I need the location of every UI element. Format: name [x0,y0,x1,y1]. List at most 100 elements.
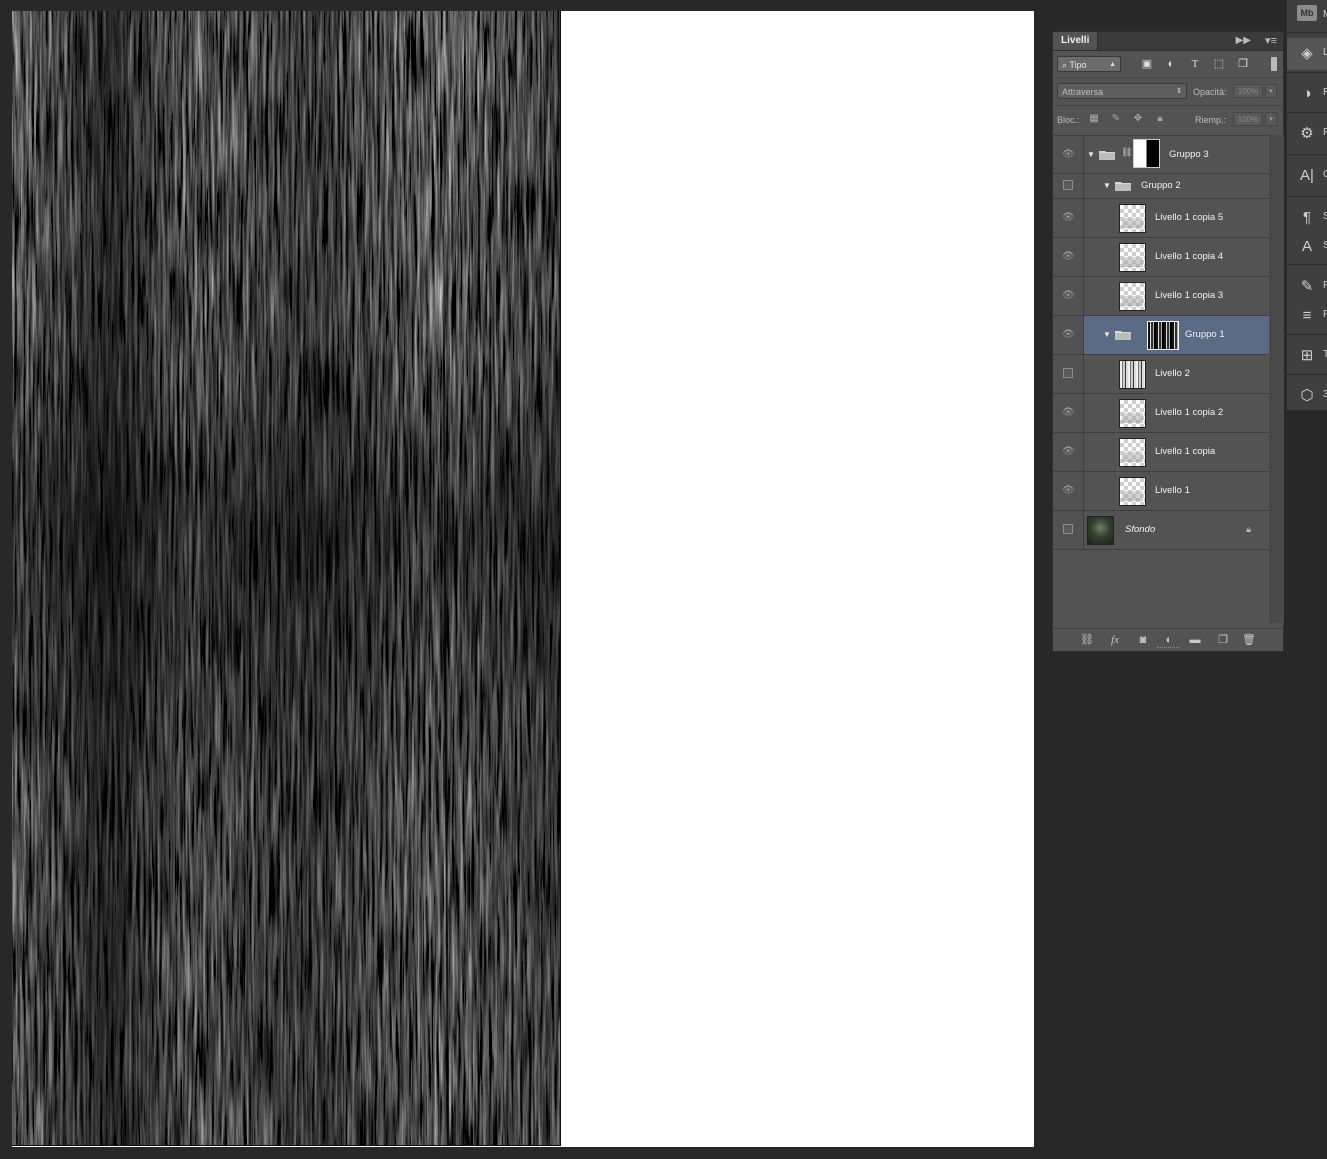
fill-field[interactable]: 100% [1233,112,1263,126]
document-canvas[interactable] [12,11,1034,1147]
mask-link-chain-icon[interactable]: ⛓︎ [1121,147,1132,158]
lock-position-icon[interactable]: ✥ [1131,113,1145,125]
layer-list-scrollbar[interactable] [1270,135,1284,623]
layer-thumbnail[interactable] [1119,204,1146,233]
visibility-cell[interactable]: 👁︎ [1053,277,1084,315]
dock-properties[interactable]: ⚙︎ P [1287,118,1327,150]
layer-row-livello-1-copia-5[interactable]: 👁︎ Livello 1 copia 5 [1053,199,1269,238]
dock-timeline[interactable]: ⊞ T [1287,340,1327,372]
dock-brush[interactable]: ✎ P [1287,271,1327,303]
layer-name[interactable]: Sfondo [1125,511,1155,549]
layer-name[interactable]: Livello 1 copia 4 [1155,238,1223,276]
smart-object-filter-icon[interactable]: ❐ [1235,57,1251,71]
layer-row-livello-2[interactable]: Livello 2 [1053,355,1269,394]
filter-toggle-switch[interactable] [1271,57,1277,71]
layer-name[interactable]: Livello 1 copia 2 [1155,394,1223,432]
layer-thumbnail[interactable] [1119,438,1146,467]
layer-row-livello-1-copia-3[interactable]: 👁︎ Livello 1 copia 3 [1053,277,1269,316]
hidden-visibility-box[interactable] [1063,524,1073,534]
layer-name[interactable]: Gruppo 1 [1185,316,1225,354]
eye-icon[interactable]: 👁︎ [1062,212,1075,223]
visibility-cell[interactable] [1053,355,1084,393]
panel-resize-grip[interactable] [1157,647,1179,650]
visibility-cell[interactable]: 👁︎ [1053,199,1084,237]
eye-icon[interactable]: 👁︎ [1062,290,1075,301]
layer-name[interactable]: Livello 1 copia [1155,433,1215,471]
trash-icon[interactable]: 🗑︎ [1241,633,1257,647]
group-mask-thumbnail[interactable] [1147,321,1179,350]
visibility-cell[interactable] [1053,174,1084,198]
dock-3d[interactable]: ⬡ 3 [1287,380,1327,412]
dock-adjustments[interactable]: ◑ R [1287,78,1327,110]
new-layer-icon[interactable]: ❐ [1215,633,1231,647]
layer-row-livello-1-copia[interactable]: 👁︎ Livello 1 copia [1053,433,1269,472]
visibility-cell[interactable]: 👁︎ [1053,433,1084,471]
layer-thumbnail[interactable] [1119,282,1146,311]
opacity-slider-arrow-icon[interactable]: ▾ [1265,84,1277,98]
eye-icon[interactable]: 👁︎ [1062,407,1075,418]
layer-row-gruppo-2[interactable]: ▼ Gruppo 2 [1053,174,1269,199]
layer-name[interactable]: Livello 1 copia 5 [1155,199,1223,237]
shape-filter-icon[interactable]: ⬚ [1211,57,1227,71]
visibility-cell[interactable]: 👁︎ [1053,136,1084,173]
hidden-visibility-box[interactable] [1063,368,1073,378]
blend-mode-dropdown[interactable]: Attraversa ⇕ [1057,83,1187,99]
layer-row-gruppo-1[interactable]: 👁︎ ▼ Gruppo 1 [1053,316,1269,355]
layer-name[interactable]: Livello 2 [1155,355,1190,393]
visibility-cell[interactable]: 👁︎ [1053,394,1084,432]
layer-name[interactable]: Livello 1 copia 3 [1155,277,1223,315]
layer-row-livello-1[interactable]: 👁︎ Livello 1 [1053,472,1269,511]
eye-icon[interactable]: 👁︎ [1062,149,1075,160]
mask-icon[interactable]: ◙ [1135,633,1151,647]
dock-brush-presets[interactable]: ≡ P [1287,300,1327,332]
eye-icon[interactable]: 👁︎ [1062,251,1075,262]
layer-name[interactable]: Livello 1 [1155,472,1190,510]
lock-image-pixels-icon[interactable]: ✎ [1109,113,1123,125]
link-icon[interactable]: ⛓︎ [1079,633,1095,647]
panel-menu-icon[interactable]: ▾≡ [1265,34,1277,47]
background-thumbnail[interactable] [1087,516,1114,545]
tab-layers[interactable]: Livelli [1053,32,1099,50]
fill-slider-arrow-icon[interactable]: ▾ [1265,112,1277,126]
visibility-cell[interactable]: 👁︎ [1053,316,1084,354]
fx-icon[interactable]: fx [1107,633,1123,647]
dock-character[interactable]: A| C [1287,160,1327,192]
dock-paragraph-styles[interactable]: ¶ S [1287,202,1327,234]
pixel-filter-icon[interactable]: ▣ [1139,57,1155,71]
layer-thumbnail[interactable] [1119,243,1146,272]
dock-mini-bridge[interactable]: Mb M [1287,0,1327,32]
layer-row-livello-1-copia-2[interactable]: 👁︎ Livello 1 copia 2 [1053,394,1269,433]
dock-layers[interactable]: ◈ L [1287,38,1327,70]
layer-name[interactable]: Gruppo 2 [1141,174,1181,198]
layer-list[interactable]: 👁︎ ▼ ⛓︎ Gruppo 3 ▼ Gruppo 2 👁︎ Livello 1… [1053,135,1269,624]
dock-character-styles[interactable]: A S [1287,231,1327,263]
opacity-field[interactable]: 100% [1233,84,1263,98]
group-folder-icon[interactable]: ▬ [1187,633,1203,647]
eye-icon[interactable]: 👁︎ [1062,485,1075,496]
layer-row-sfondo[interactable]: Sfondo 🔒︎ [1053,511,1269,550]
expand-triangle-icon[interactable]: ▼ [1087,136,1095,173]
visibility-cell[interactable]: 👁︎ [1053,238,1084,276]
canvas-area[interactable] [0,0,1045,1159]
expand-triangle-icon[interactable]: ▼ [1103,316,1111,354]
layer-row-gruppo-3[interactable]: 👁︎ ▼ ⛓︎ Gruppo 3 [1053,136,1269,174]
layer-thumbnail[interactable] [1119,477,1146,506]
hidden-visibility-box[interactable] [1063,180,1073,190]
visibility-cell[interactable]: 👁︎ [1053,472,1084,510]
collapse-panel-icon[interactable]: ▶▶ [1236,35,1251,46]
lock-transparent-pixels-icon[interactable]: ▦ [1087,113,1101,125]
eye-icon[interactable]: 👁︎ [1062,329,1075,340]
lock-all-icon[interactable]: 🔒︎ [1153,113,1167,125]
layer-thumbnail[interactable] [1119,360,1146,389]
adjustment-filter-icon[interactable]: ◐ [1163,57,1179,71]
eye-icon[interactable]: 👁︎ [1062,446,1075,457]
layer-name[interactable]: Gruppo 3 [1169,136,1209,173]
layer-thumbnail[interactable] [1119,399,1146,428]
adjustment-icon[interactable]: ◐ [1161,633,1177,647]
layer-mask-thumbnail[interactable] [1133,139,1160,168]
layer-row-livello-1-copia-4[interactable]: 👁︎ Livello 1 copia 4 [1053,238,1269,277]
expand-triangle-icon[interactable]: ▼ [1103,174,1111,198]
visibility-cell[interactable] [1053,511,1084,549]
type-filter-icon[interactable]: T [1187,57,1203,71]
filter-kind-dropdown[interactable]: ⌕ Tipo ▲ [1057,56,1121,72]
